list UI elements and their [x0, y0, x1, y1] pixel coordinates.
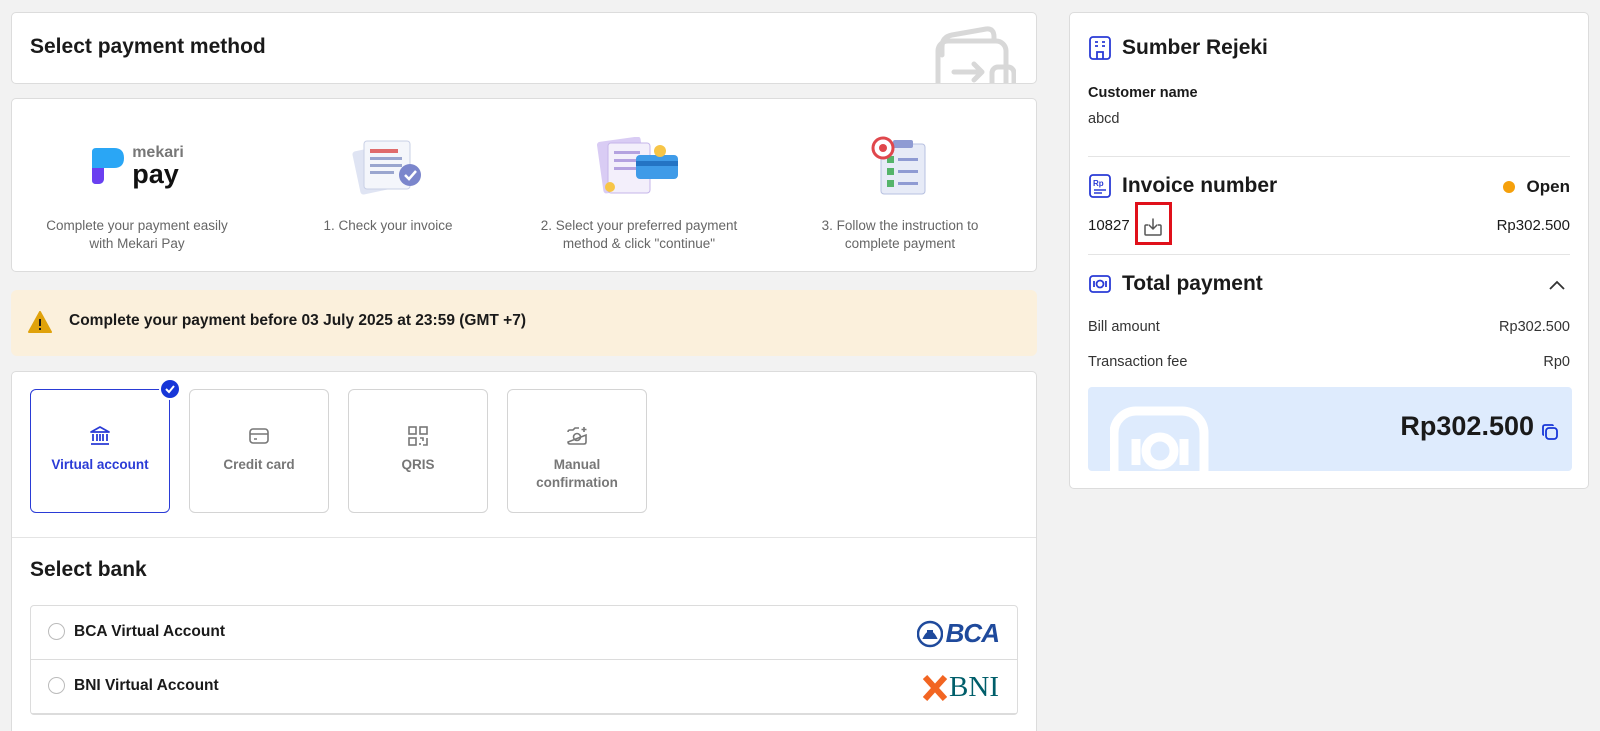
status-dot	[1502, 181, 1515, 193]
divider	[1088, 254, 1570, 255]
selected-check-icon	[159, 378, 181, 400]
bca-emblem-icon	[916, 620, 943, 647]
invoice-title: Invoice number	[1122, 174, 1278, 197]
alert-text: Complete your payment before 03 July 202…	[69, 312, 526, 329]
invoice-rp-icon: Rp	[1089, 174, 1111, 198]
step-text: Complete your payment easily with Mekari…	[46, 218, 228, 251]
step-text: 3. Follow the instruction to complete pa…	[821, 218, 979, 251]
copy-icon[interactable]	[1540, 422, 1560, 442]
transaction-fee-value: Rp0	[1543, 354, 1570, 370]
transaction-fee-label: Transaction fee	[1088, 354, 1188, 370]
radio-button[interactable]	[48, 677, 65, 694]
bank-icon	[90, 426, 110, 445]
bill-amount-label: Bill amount	[1088, 319, 1160, 335]
invoice-number: 10827	[1088, 217, 1130, 234]
bank-name: BNI Virtual Account	[74, 677, 219, 694]
method-manual-confirmation[interactable]: Manual confirmation	[507, 389, 647, 513]
radio-button[interactable]	[48, 623, 65, 640]
method-qris[interactable]: QRIS	[348, 389, 488, 513]
bca-logo: BCA	[916, 618, 1000, 649]
deadline-alert: Complete your payment before 03 July 202…	[11, 290, 1037, 356]
total-amount: Rp302.500	[1400, 411, 1534, 441]
invoice-illustration-icon	[352, 140, 421, 195]
wallet-transfer-icon	[935, 26, 1016, 83]
step-follow-instruction: 3. Follow the instruction to complete pa…	[780, 127, 1020, 253]
bank-name: BCA Virtual Account	[74, 623, 225, 640]
section-divider	[12, 537, 1036, 538]
header-card: Select payment method	[11, 12, 1037, 84]
divider	[1088, 156, 1570, 157]
mekari-pay-logo: mekari pay	[90, 144, 184, 189]
bank-option-bca[interactable]: BCA Virtual Account BCA	[31, 606, 1017, 660]
select-bank-title: Select bank	[30, 558, 147, 581]
customer-name-label: Customer name	[1088, 85, 1198, 101]
invoice-summary-card: Sumber Rejeki Customer name abcd Rp Invo…	[1069, 12, 1589, 489]
invoice-amount: Rp302.500	[1496, 217, 1570, 234]
brand-bottom: pay	[132, 158, 179, 189]
step-text: 2. Select your preferred payment method …	[540, 218, 738, 251]
method-label: Virtual account	[51, 457, 149, 472]
status-badge: Open	[1502, 177, 1570, 197]
step-check-invoice: 1. Check your invoice	[268, 127, 508, 235]
bca-logo-text: BCA	[945, 618, 1000, 648]
credit-card-icon	[249, 428, 269, 444]
method-credit-card[interactable]: Credit card	[189, 389, 329, 513]
invoice-header: Rp Invoice number	[1088, 173, 1277, 199]
method-virtual-account[interactable]: Virtual account	[30, 378, 181, 513]
merchant-header: Sumber Rejeki	[1088, 35, 1268, 61]
bank-option-bni[interactable]: BNI Virtual Account BNI	[31, 660, 1017, 714]
bni-emblem-icon	[923, 674, 948, 701]
page-title: Select payment method	[30, 35, 266, 58]
cash-icon	[1089, 275, 1111, 293]
svg-text:Rp: Rp	[1093, 179, 1104, 188]
step-mekari-pay: mekari pay Complete your payment easily …	[17, 127, 257, 253]
warning-icon	[28, 311, 52, 333]
total-amount-box: Rp302.500	[1088, 387, 1572, 471]
payment-method-card: Virtual account Credit card QRIS Manual …	[11, 371, 1037, 731]
payment-method-illustration-icon	[596, 137, 678, 194]
chevron-up-icon[interactable]	[1548, 279, 1566, 291]
bank-list: BCA Virtual Account BCA BNI Virtual Acco…	[30, 605, 1018, 715]
highlight-box	[1135, 202, 1172, 245]
steps-card: mekari pay Complete your payment easily …	[11, 98, 1037, 272]
status-text: Open	[1526, 177, 1570, 196]
bill-amount-value: Rp302.500	[1499, 319, 1570, 335]
mekari-logo-icon	[92, 148, 125, 184]
customer-name-value: abcd	[1088, 111, 1120, 127]
method-label: QRIS	[401, 457, 435, 472]
qr-code-icon	[408, 426, 428, 446]
cash-watermark-icon	[1110, 406, 1209, 471]
bni-logo-text: BNI	[949, 671, 999, 703]
method-label: Credit card	[223, 457, 295, 472]
total-payment-title: Total payment	[1122, 272, 1263, 295]
checklist-illustration-icon	[871, 136, 926, 195]
method-label: Manual confirmation	[536, 457, 618, 490]
step-text: 1. Check your invoice	[323, 218, 453, 233]
total-payment-header: Total payment	[1088, 272, 1263, 296]
step-select-method: 2. Select your preferred payment method …	[519, 127, 759, 253]
building-icon	[1089, 36, 1111, 60]
merchant-name: Sumber Rejeki	[1122, 36, 1268, 59]
bni-logo: BNI	[923, 671, 999, 704]
camera-icon	[567, 427, 587, 445]
